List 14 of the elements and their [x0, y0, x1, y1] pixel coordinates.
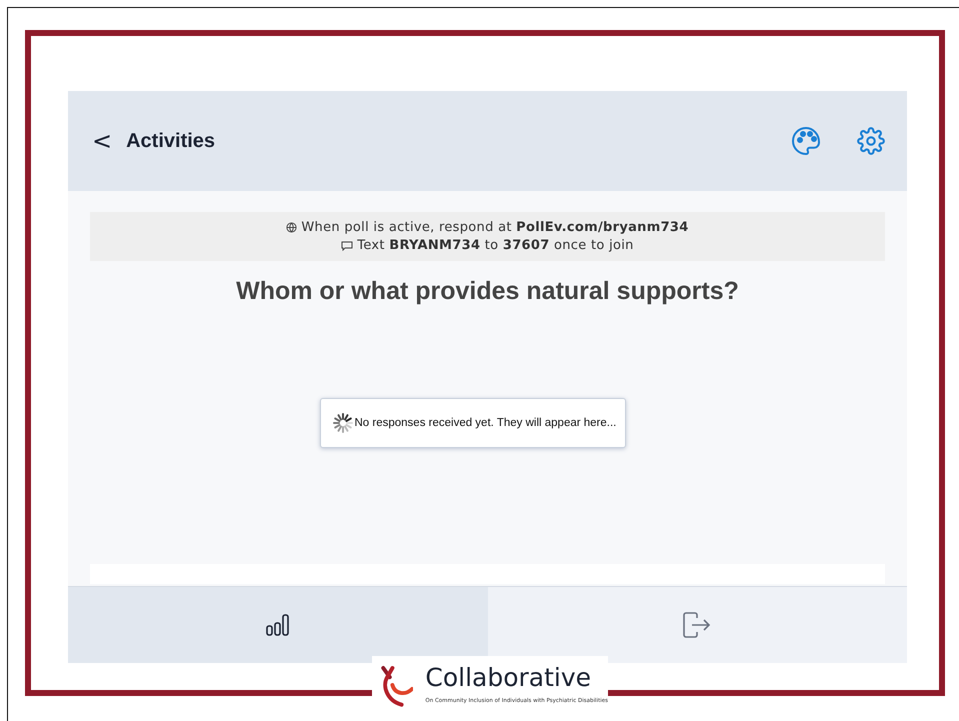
palette-icon[interactable]: [791, 126, 821, 156]
respond-instruction: When poll is active, respond at PollEv.com/bryanm734: [301, 220, 689, 235]
exit-icon: [683, 612, 712, 638]
settings-icon[interactable]: [857, 127, 885, 155]
spinner-icon: [332, 413, 352, 433]
page-title: Activities: [126, 130, 216, 152]
status-message: No responses received yet. They will appear here...: [354, 417, 616, 429]
logo-name: Collaborative: [425, 664, 592, 692]
text-instruction: Text BRYANM734 to 37607 once to join: [357, 238, 634, 253]
bar-chart-icon: [264, 613, 291, 637]
globe-icon: [286, 222, 298, 233]
poll-question: Whom or what provides natural supports?: [236, 277, 739, 306]
back-button[interactable]: <: [92, 127, 112, 155]
sms-icon: [341, 240, 354, 250]
